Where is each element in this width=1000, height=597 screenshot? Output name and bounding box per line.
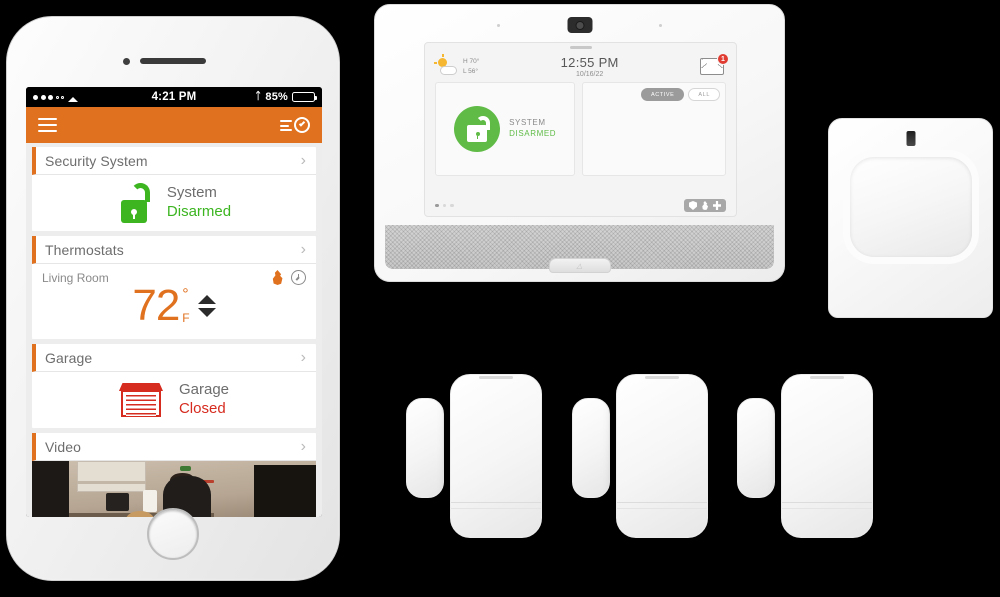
sensor-body (616, 374, 708, 538)
battery-percent-label: 85% (265, 91, 288, 103)
panel-weather-widget[interactable]: H 70° L 56° (434, 54, 480, 77)
phone-front-camera-icon (123, 58, 130, 65)
card-header-security-system[interactable]: Security System › (32, 147, 316, 175)
sensor-body (450, 374, 542, 538)
card-garage: Garage › Garage Closed (32, 344, 316, 428)
chevron-right-icon: › (300, 240, 306, 258)
bluetooth-icon: ᛏ (255, 91, 262, 102)
card-header-garage[interactable]: Garage › (32, 344, 316, 372)
card-title-thermostats: Thermostats (45, 241, 124, 258)
wifi-icon (68, 93, 79, 102)
mail-unread-badge: 1 (716, 53, 729, 65)
sensor-magnet (737, 398, 775, 498)
panel-microphone-left (497, 24, 500, 27)
panel-screen-notch (569, 46, 592, 49)
sun-behind-cloud-icon (434, 54, 457, 75)
signal-strength-icon (33, 94, 64, 100)
temperature-unit-label: F (182, 310, 190, 325)
panel-system-status-card[interactable]: SYSTEM DISARMED (435, 82, 576, 176)
degree-symbol: ° (182, 286, 189, 304)
garage-door-icon (118, 383, 163, 417)
card-title-garage: Garage (45, 349, 93, 366)
garage-label: Garage (178, 381, 230, 399)
clock-icon[interactable] (291, 270, 306, 285)
shield-police-icon[interactable] (689, 201, 697, 210)
card-header-thermostats[interactable]: Thermostats › (32, 236, 316, 264)
panel-filter-toggle: ACTIVE ALL (588, 88, 720, 101)
speaker-tab-logo-icon: △ (548, 258, 611, 273)
weather-low-label: L 56° (463, 67, 479, 75)
status-bar-time: 4:21 PM (151, 91, 197, 103)
app-content: Security System › System Disarmed Thermo… (26, 143, 322, 517)
phone-home-button[interactable] (147, 508, 199, 560)
security-system-status-row[interactable]: System Disarmed (32, 175, 316, 231)
door-window-contact-sensor-2 (568, 368, 710, 544)
card-security-system: Security System › System Disarmed (32, 147, 316, 231)
panel-microphone-right (659, 24, 662, 27)
card-title-security-system: Security System (45, 152, 148, 169)
security-panel-device: H 70° L 56° 12:55 PM 10/16/22 1 SYSTEM D… (374, 4, 785, 282)
smartphone-device: 4:21 PM ᛏ 85% Security System › System D… (6, 16, 340, 581)
app-top-bar (26, 107, 322, 143)
sensor-magnet (572, 398, 610, 498)
panel-card-row: SYSTEM DISARMED ACTIVE ALL (425, 82, 736, 176)
fresnel-lens (849, 157, 972, 257)
phone-earpiece (140, 58, 206, 64)
flame-icon[interactable] (272, 270, 283, 285)
thermostat-temperature-value: 72 (132, 281, 180, 330)
panel-page-indicator[interactable] (435, 203, 454, 208)
ios-status-bar: 4:21 PM ᛏ 85% (26, 87, 322, 107)
panel-clock: 12:55 PM 10/16/22 (561, 55, 619, 78)
temperature-stepper[interactable] (197, 295, 216, 317)
panel-screen: H 70° L 56° 12:55 PM 10/16/22 1 SYSTEM D… (424, 42, 737, 217)
chevron-right-icon: › (300, 348, 306, 366)
phone-screen: 4:21 PM ᛏ 85% Security System › System D… (26, 87, 322, 517)
panel-sensor-list-card: ACTIVE ALL (582, 82, 726, 176)
card-title-video: Video (45, 438, 82, 455)
panel-date: 10/16/22 (576, 71, 604, 78)
sensor-body (781, 374, 873, 538)
checklist-check-icon[interactable] (280, 115, 310, 135)
thermostat-temperature-row: 72 ° F (32, 281, 316, 339)
panel-time: 12:55 PM (560, 55, 619, 70)
garage-status-row[interactable]: Garage Closed (32, 372, 316, 428)
security-system-state: Disarmed (166, 203, 232, 220)
fire-icon[interactable] (702, 201, 709, 210)
product-family-scene: 4:21 PM ᛏ 85% Security System › System D… (0, 0, 1000, 597)
open-padlock-icon (454, 106, 501, 152)
garage-state: Closed (178, 400, 226, 417)
open-padlock-icon (117, 183, 151, 223)
panel-emergency-buttons[interactable] (684, 199, 726, 212)
tab-active[interactable]: ACTIVE (640, 88, 685, 101)
tab-all[interactable]: ALL (688, 88, 720, 101)
security-system-label: System (166, 184, 217, 202)
chevron-right-icon: › (300, 151, 306, 169)
envelope-icon[interactable]: 1 (699, 53, 729, 75)
front-camera-icon (567, 17, 592, 33)
panel-footer (425, 199, 736, 212)
card-header-video[interactable]: Video › (32, 433, 316, 461)
led-indicator-icon (906, 131, 915, 146)
door-window-contact-sensor-3 (733, 368, 875, 544)
panel-system-label: SYSTEM (509, 118, 546, 128)
motion-detector (828, 118, 993, 318)
sensor-magnet (406, 398, 444, 498)
hamburger-menu-icon[interactable] (38, 118, 57, 132)
chevron-down-icon[interactable] (197, 308, 216, 317)
panel-system-state: DISARMED (509, 129, 557, 138)
chevron-right-icon: › (300, 437, 306, 455)
card-video: Video › (32, 433, 316, 517)
medical-cross-icon[interactable] (713, 201, 721, 210)
card-thermostats: Thermostats › Living Room 72 ° F (32, 236, 316, 339)
thermostat-room-label: Living Room (42, 270, 109, 285)
battery-icon (292, 92, 317, 102)
chevron-up-icon[interactable] (197, 295, 216, 304)
weather-high-label: H 70° (463, 57, 480, 65)
door-window-contact-sensor-1 (402, 368, 544, 544)
